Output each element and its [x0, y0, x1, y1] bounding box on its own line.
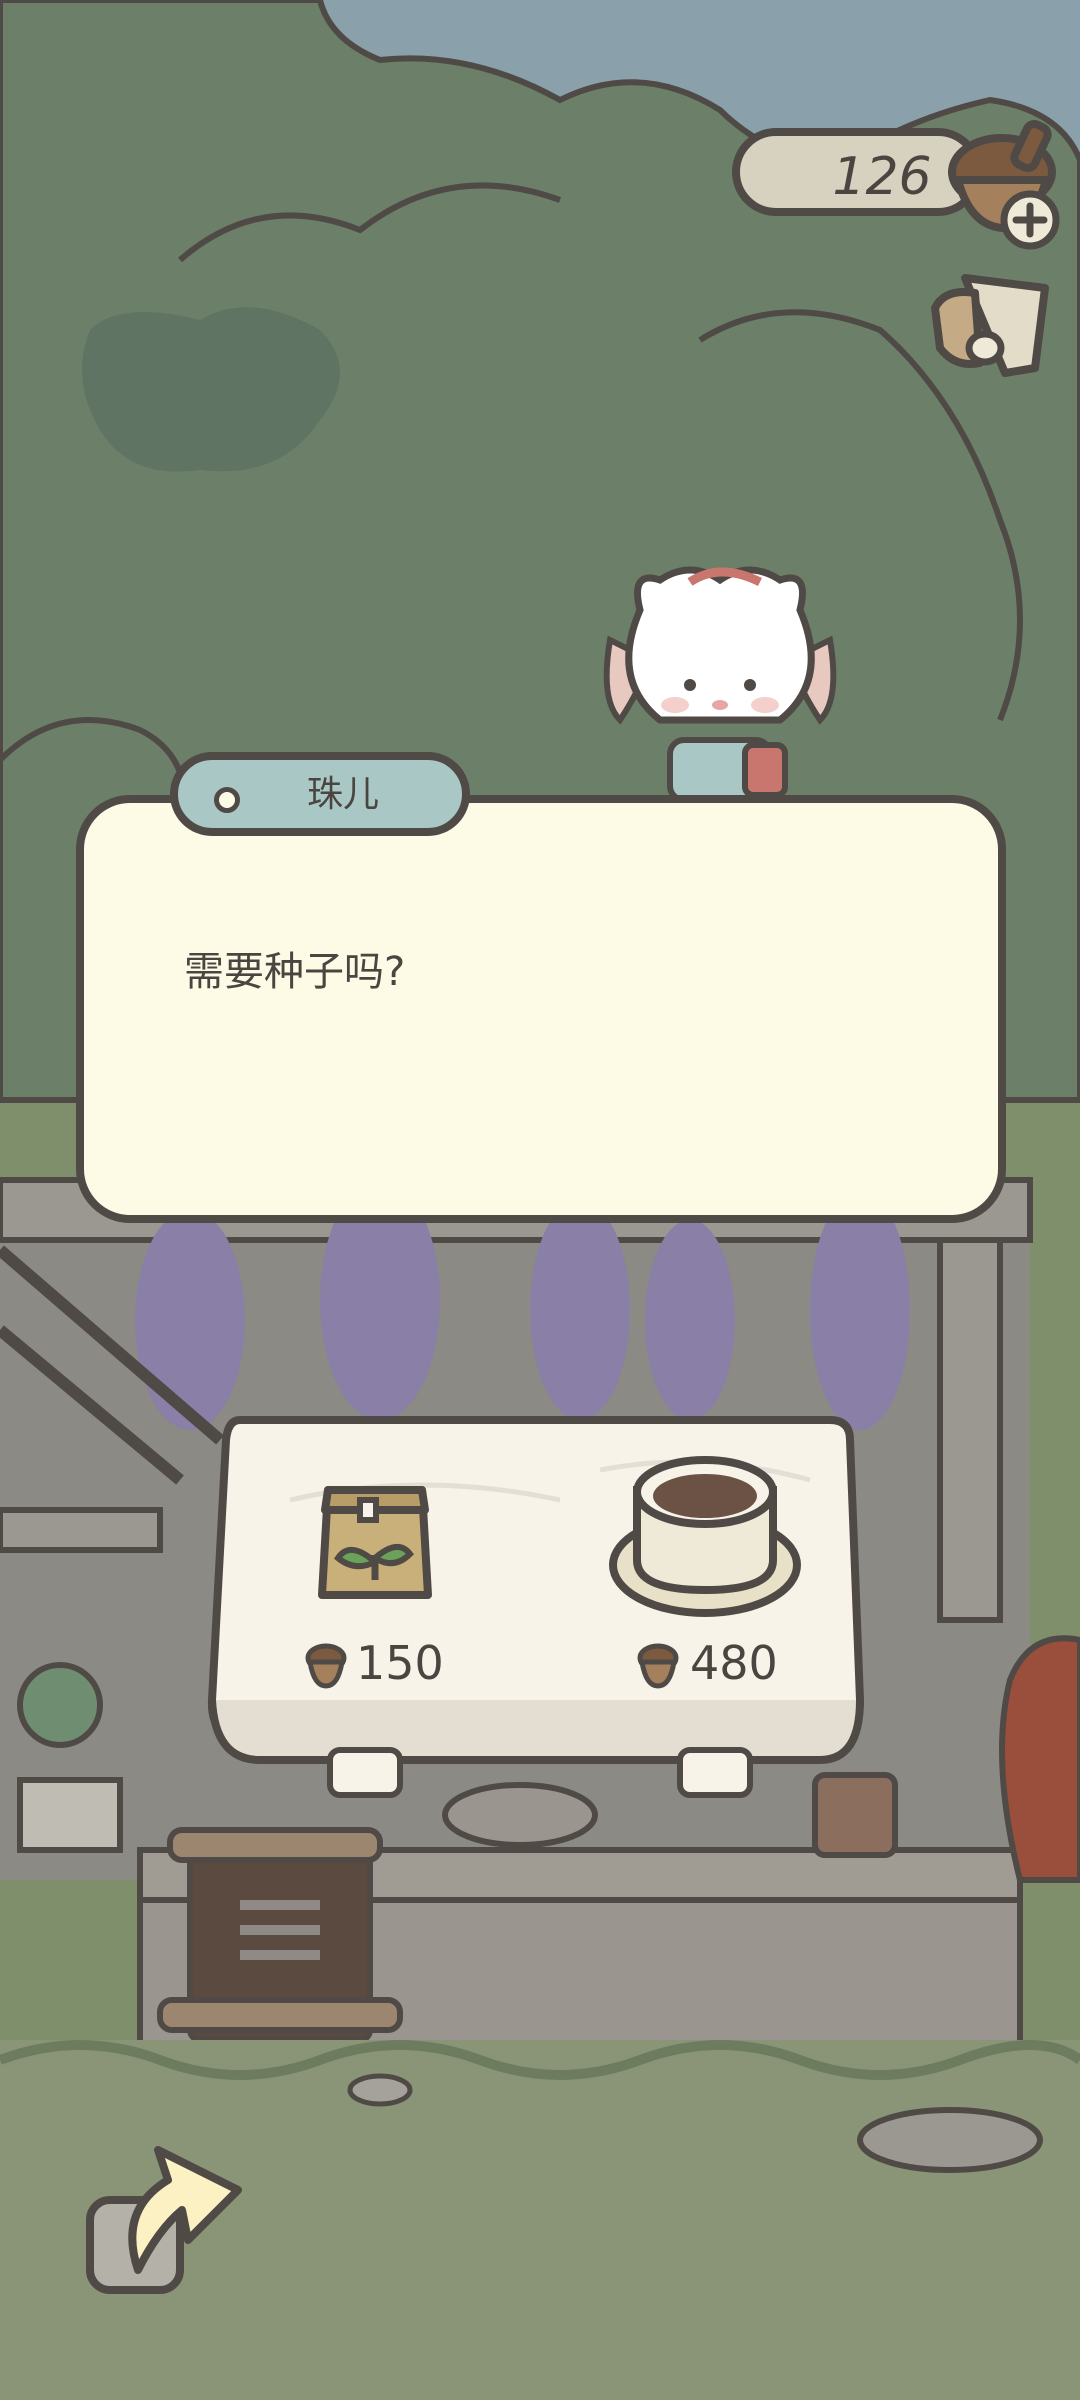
dialog-text: 需要种子吗? [184, 949, 406, 995]
teacup-icon[interactable] [605, 1450, 805, 1620]
speaker-name: 珠儿 [306, 774, 379, 815]
price-teacup: 480 [690, 1636, 778, 1690]
price-acorn-icon [637, 1643, 679, 1689]
price-seed-bag: 150 [356, 1636, 444, 1690]
speaker-name-tag: 珠儿 [170, 752, 470, 836]
back-arrow-icon[interactable] [78, 2130, 258, 2310]
dialog-box[interactable]: 需要种子吗? [76, 795, 1006, 1223]
seed-bag-icon[interactable] [310, 1470, 440, 1605]
acorn-count: 126 [832, 147, 932, 207]
add-currency-button[interactable] [998, 188, 1062, 252]
hat-icon[interactable] [925, 268, 1055, 388]
name-tag-dot [214, 787, 240, 813]
price-acorn-icon [305, 1643, 347, 1689]
